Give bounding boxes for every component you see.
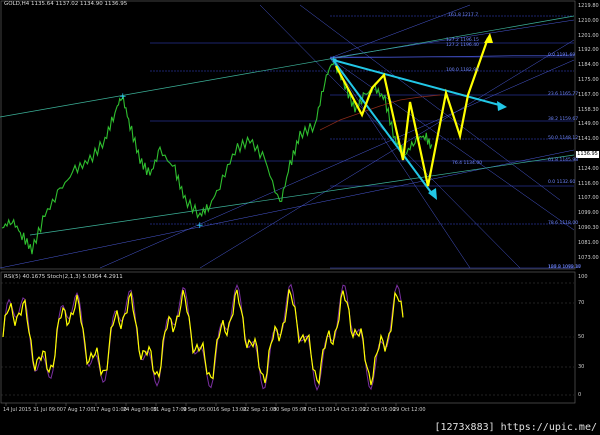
pivot-marker-2: + [196, 221, 204, 231]
price-tick-label: 1081.00 [578, 239, 599, 246]
price-tick-label: 1158.30 [578, 106, 599, 113]
time-tick-label: 29 Oct 12:00 [393, 407, 426, 413]
oscillator-tick-label: 0 [578, 392, 582, 398]
price-tick-label: 1184.00 [578, 62, 599, 69]
fib-label: 78.6 1118.00 [548, 221, 579, 226]
price-tick-label: 1116.00 [578, 180, 599, 187]
chart-header: GOLD,H4 1135.64 1137.02 1134.90 1136.95 [4, 1, 128, 7]
pivot-marker-1: + [119, 92, 127, 102]
fib-label: 76.4 1134.00 [452, 161, 483, 166]
trading-chart[interactable]: +++ GOLD,H4 1135.64 1137.02 1134.90 1136… [0, 0, 600, 435]
fib-label: 38.2 1159.67 [548, 117, 579, 122]
time-tick-label: 17 Aug 01:00 [93, 407, 127, 413]
fib-label: 50.0 1148.12 [548, 136, 579, 141]
arrow-head-upper [497, 101, 507, 111]
time-tick-label: 30 Sep 05:00 [273, 407, 307, 413]
price-tick-label: 1167.00 [578, 91, 599, 98]
oscillator-tick-label: 70 [578, 300, 585, 306]
time-tick-label: 31 Jul 09:00 [33, 407, 63, 413]
channel-mid [329, 54, 575, 59]
channel-lower [29, 154, 575, 236]
fib-label: 100.0 1182.94 [446, 68, 479, 73]
price-tick-label: 1219.80 [578, 3, 599, 9]
fan-line [329, 57, 471, 269]
fib-label: 23.6 1165.77 [548, 92, 579, 97]
time-tick-label: 7 Aug 17:00 [63, 407, 94, 413]
fib-label: 0.0 1132.60 [548, 180, 576, 185]
fib-label: 0.0 1191.69 [548, 53, 576, 58]
time-tick-label: 16 Sep 13:00 [213, 407, 247, 413]
fib-label: 127.2 1072.10 [548, 265, 581, 270]
time-tick-label: 22 Sep 21:00 [243, 407, 277, 413]
price-tick-label: 1201.00 [578, 32, 599, 39]
price-tick-label: 1073.00 [578, 254, 599, 261]
price-tick-label: 1192.00 [578, 47, 599, 54]
time-tick-label: 24 Aug 09:00 [123, 407, 157, 413]
price-tick-label: 1175.00 [578, 77, 599, 83]
time-tick-label: 31 Aug 17:00 [153, 407, 187, 413]
arrow-line-lower [332, 59, 434, 196]
fib-label: 61.8 1145.98 [548, 158, 579, 163]
price-tick-label: 1124.00 [578, 165, 599, 172]
fib-label: 161.8 1217.7 [448, 13, 479, 18]
indicator-header: RSI(5) 40.1675 Stoch(2,1,3) 5.0364 4.291… [4, 274, 123, 280]
price-tick-label: 1090.30 [578, 225, 599, 231]
price-tick-label: 1141.00 [578, 136, 599, 143]
watermark: [1273x883] https://upic.me/ [434, 422, 597, 433]
oscillator-tick-label: 100 [578, 274, 588, 280]
time-tick-label: 14 Jul 2015 [3, 407, 32, 413]
price-tick-label: 1099.00 [578, 210, 599, 217]
price-chart[interactable]: +++ [0, 0, 600, 435]
fib-label: 127.2 1196.40 [446, 43, 479, 48]
time-tick-label: 9 Sep 05:00 [183, 407, 214, 413]
time-tick-label: 22 Oct 05:00 [363, 407, 396, 413]
price-line [1, 57, 433, 255]
price-tick-label: 1107.00 [578, 195, 599, 202]
price-tick-label: 1210.00 [578, 17, 599, 24]
time-tick-label: 14 Oct 21:00 [333, 407, 366, 413]
fan-line [329, 57, 575, 231]
time-tick-label: 7 Oct 13:00 [303, 407, 333, 413]
oscillator-tick-label: 30 [578, 364, 585, 370]
price-tick-label: 1149.00 [578, 121, 599, 128]
oscillator-tick-label: 50 [578, 334, 585, 340]
current-price-badge: 1136.95 [576, 151, 599, 158]
zigzag-arrowhead [484, 33, 493, 43]
